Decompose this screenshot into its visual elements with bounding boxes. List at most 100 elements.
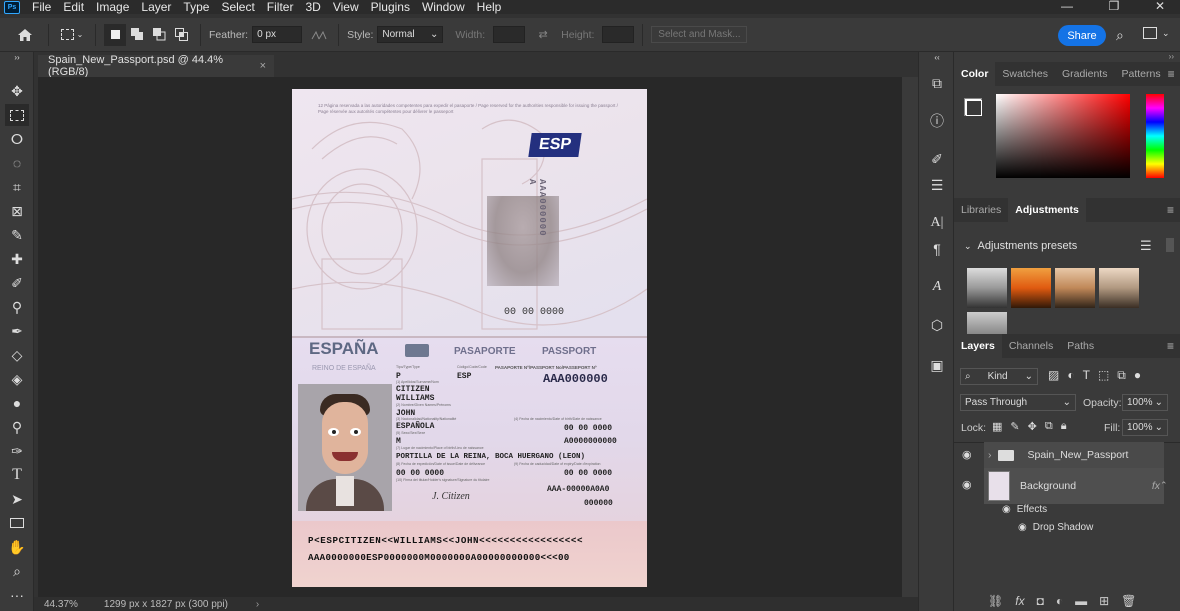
adjustments-menu-icon[interactable]: ≡ bbox=[1167, 198, 1180, 222]
chevron-up-icon[interactable]: ⌃ bbox=[1160, 480, 1168, 491]
drop-shadow-eye-icon[interactable]: ◉ bbox=[1018, 522, 1027, 533]
select-and-mask-button[interactable]: Select and Mask... bbox=[651, 26, 748, 43]
filter-type-icon[interactable]: T bbox=[1083, 368, 1090, 383]
share-button[interactable]: Share bbox=[1058, 25, 1106, 46]
menu-3d[interactable]: 3D bbox=[299, 0, 326, 14]
add-style-icon[interactable]: fx bbox=[1015, 594, 1024, 608]
healing-brush-icon[interactable]: ✚ bbox=[5, 248, 29, 270]
pen-tool-icon[interactable]: ✑ bbox=[5, 440, 29, 462]
menu-filter[interactable]: Filter bbox=[261, 0, 300, 14]
zoom-tool-icon[interactable]: ⌕ bbox=[5, 560, 29, 582]
add-selection-icon[interactable] bbox=[126, 24, 148, 46]
tab-swatches[interactable]: Swatches bbox=[995, 62, 1055, 86]
collapse-panels-icon[interactable]: ›› bbox=[1169, 52, 1174, 61]
quick-selection-icon[interactable]: ◌ bbox=[5, 152, 29, 174]
new-selection-icon[interactable] bbox=[104, 23, 126, 46]
layer-row-group[interactable]: › Spain_New_Passport bbox=[984, 442, 1164, 468]
width-input[interactable] bbox=[493, 26, 526, 43]
effects-row[interactable]: ◉ Effects bbox=[1002, 504, 1047, 515]
tab-color[interactable]: Color bbox=[954, 62, 996, 86]
lock-image-icon[interactable]: ✎ bbox=[1010, 420, 1019, 433]
link-layers-icon[interactable]: ⛓ bbox=[988, 594, 1003, 608]
brush-tool-icon[interactable]: ✐ bbox=[5, 272, 29, 294]
filter-shape-icon[interactable]: ⬚ bbox=[1098, 368, 1109, 383]
menu-window[interactable]: Window bbox=[416, 0, 471, 14]
collapse-strip-icon[interactable]: ‹‹ bbox=[925, 52, 949, 62]
adjustments-presets-header[interactable]: ⌄ Adjustments presets bbox=[964, 240, 1077, 252]
character-icon[interactable]: A| bbox=[925, 212, 949, 234]
visibility-eye-icon[interactable]: ◉ bbox=[962, 478, 972, 491]
visibility-eye-icon[interactable]: ◉ bbox=[962, 448, 972, 461]
hand-tool-icon[interactable]: ✋ bbox=[5, 536, 29, 558]
document-tab[interactable]: Spain_New_Passport.psd @ 44.4% (RGB/8) × bbox=[38, 54, 274, 78]
tab-layers[interactable]: Layers bbox=[954, 334, 1002, 358]
menu-layer[interactable]: Layer bbox=[135, 0, 177, 14]
clone-stamp-icon[interactable]: ⚲ bbox=[5, 296, 29, 318]
opacity-input[interactable]: 100% ⌄ bbox=[1122, 394, 1168, 411]
new-adjustment-icon[interactable]: ◐ bbox=[1056, 594, 1063, 608]
layer-row-background[interactable]: Background fx bbox=[984, 468, 1164, 504]
lock-position-icon[interactable]: ✥ bbox=[1028, 420, 1037, 433]
eyedropper-icon[interactable]: ✎ bbox=[5, 224, 29, 246]
zoom-level[interactable]: 44.37% bbox=[44, 599, 78, 610]
height-input[interactable] bbox=[602, 26, 635, 43]
history-icon[interactable]: ⧉ bbox=[925, 72, 949, 94]
menu-view[interactable]: View bbox=[327, 0, 365, 14]
blend-mode-select[interactable]: Pass Through ⌄ bbox=[960, 394, 1076, 411]
preset-thumbnail-5[interactable] bbox=[967, 312, 1007, 334]
drop-shadow-row[interactable]: ◉ Drop Shadow bbox=[1018, 522, 1093, 533]
brush-settings-icon[interactable]: ✐ bbox=[925, 148, 949, 170]
rectangle-tool-icon[interactable] bbox=[5, 512, 29, 534]
workspace-chevron-icon[interactable]: ⌄ bbox=[1162, 28, 1170, 39]
preset-thumbnail-2[interactable] bbox=[1011, 268, 1051, 308]
more-tools-icon[interactable]: ··· bbox=[5, 584, 29, 606]
vertical-scrollbar[interactable] bbox=[902, 77, 918, 597]
swap-icon[interactable]: ⇄ bbox=[525, 24, 561, 46]
layers-menu-icon[interactable]: ≡ bbox=[1167, 334, 1180, 358]
close-icon[interactable]: ✕ bbox=[1148, 0, 1172, 12]
tab-channels[interactable]: Channels bbox=[1002, 334, 1060, 358]
menu-file[interactable]: File bbox=[26, 0, 57, 14]
foreground-color-swatch[interactable] bbox=[966, 100, 982, 116]
preset-thumbnail-1[interactable] bbox=[967, 268, 1007, 308]
chevron-right-icon[interactable]: › bbox=[988, 449, 992, 461]
minimize-icon[interactable]: — bbox=[1055, 0, 1079, 12]
subtract-selection-icon[interactable] bbox=[148, 24, 170, 46]
list-view-icon[interactable]: ☰ bbox=[1140, 238, 1152, 254]
history-brush-icon[interactable]: ✒ bbox=[5, 320, 29, 342]
rectangular-marquee-icon[interactable]: ⌄ bbox=[57, 24, 87, 46]
new-layer-icon[interactable]: ⊞ bbox=[1099, 594, 1109, 608]
maximize-icon[interactable]: ❐ bbox=[1102, 0, 1126, 12]
hue-slider[interactable] bbox=[1146, 94, 1164, 178]
crop-tool-icon[interactable]: ⌗ bbox=[5, 176, 29, 198]
tab-patterns[interactable]: Patterns bbox=[1114, 62, 1167, 86]
info-icon[interactable]: ⓘ bbox=[925, 110, 949, 132]
workspace-icon[interactable] bbox=[1143, 27, 1157, 39]
effects-eye-icon[interactable]: ◉ bbox=[1002, 504, 1011, 515]
filter-kind-select[interactable]: ⌕ Kind ⌄ bbox=[960, 368, 1038, 385]
collapse-icon[interactable]: ›› bbox=[5, 52, 29, 62]
blur-tool-icon[interactable]: ● bbox=[5, 392, 29, 414]
path-selection-icon[interactable]: ➤ bbox=[5, 488, 29, 510]
move-tool-icon[interactable]: ✥ bbox=[5, 80, 29, 102]
lock-artboard-icon[interactable]: ⧉ bbox=[1045, 420, 1053, 433]
intersect-selection-icon[interactable] bbox=[170, 24, 192, 46]
style-select[interactable]: Normal ⌄ bbox=[377, 26, 444, 43]
filter-adjustment-icon[interactable]: ◐ bbox=[1067, 368, 1074, 383]
glyphs-icon[interactable]: A bbox=[925, 276, 949, 298]
properties-icon[interactable]: ☰ bbox=[925, 174, 949, 196]
menu-help[interactable]: Help bbox=[471, 0, 508, 14]
3d-icon[interactable]: ⬡ bbox=[925, 314, 949, 336]
status-chevron-icon[interactable]: › bbox=[256, 599, 259, 610]
lock-all-icon[interactable]: 🔒︎ bbox=[1061, 420, 1067, 433]
eraser-icon[interactable]: ◇ bbox=[5, 344, 29, 366]
delete-layer-icon[interactable]: 🗑︎ bbox=[1121, 594, 1136, 608]
adjustments-scrollbar[interactable] bbox=[1166, 238, 1174, 252]
menu-plugins[interactable]: Plugins bbox=[365, 0, 416, 14]
tab-paths[interactable]: Paths bbox=[1060, 334, 1101, 358]
tab-adjustments[interactable]: Adjustments bbox=[1008, 198, 1086, 222]
color-field[interactable] bbox=[996, 94, 1130, 178]
marquee-tool-icon[interactable] bbox=[5, 104, 29, 126]
comments-icon[interactable]: ▣ bbox=[925, 354, 949, 376]
feather-input[interactable]: 0 px bbox=[252, 26, 303, 43]
